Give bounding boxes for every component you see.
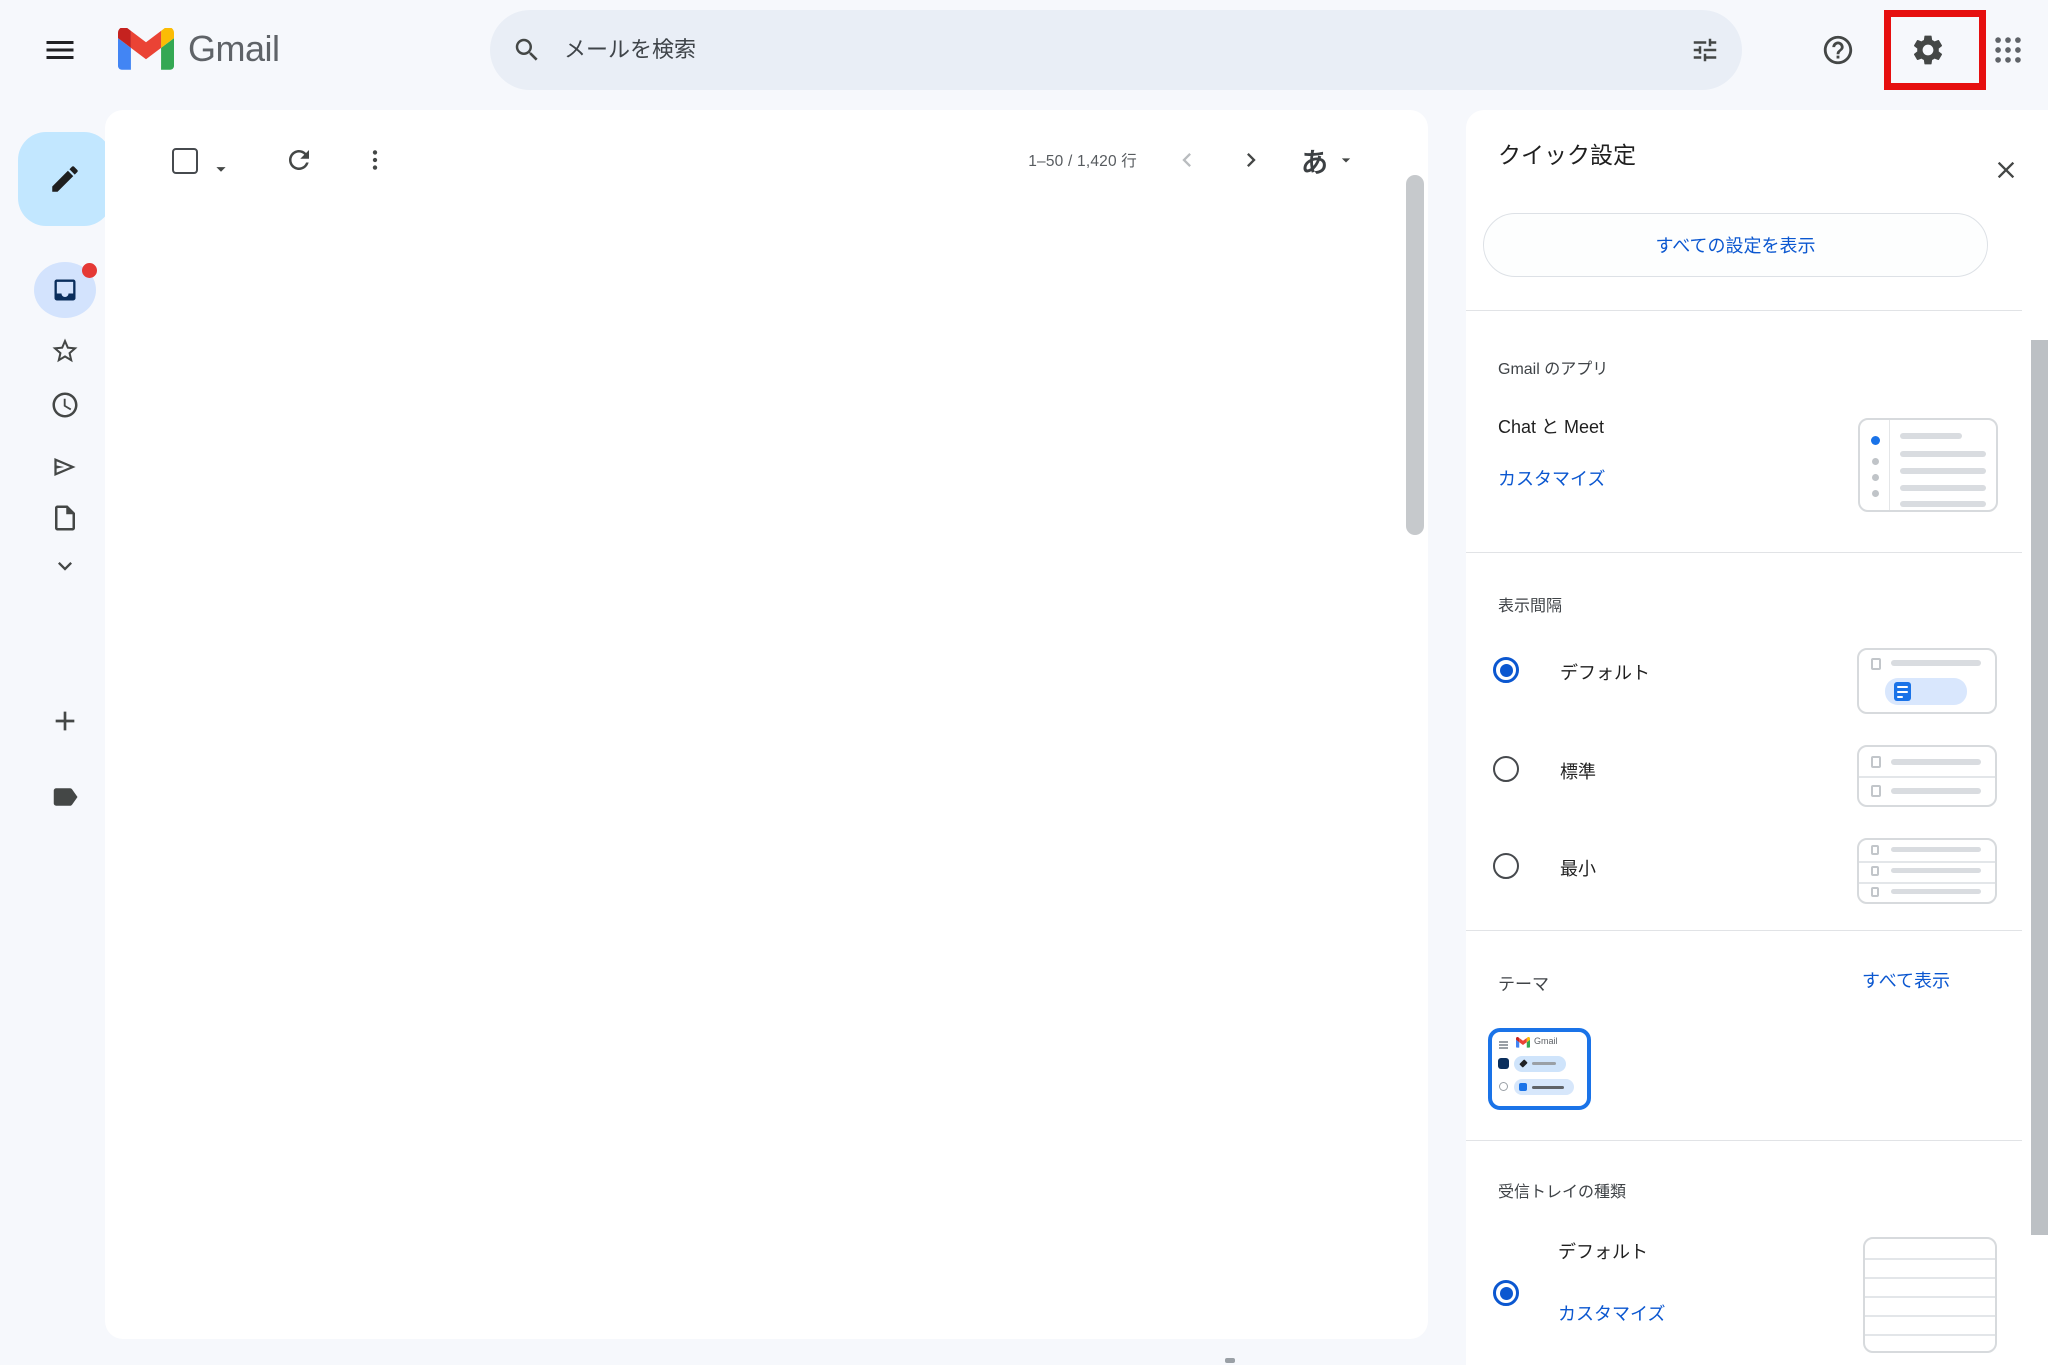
support-button[interactable] bbox=[1810, 22, 1866, 78]
density-section-header: 表示間隔 bbox=[1498, 592, 1562, 616]
loading-indicator bbox=[1225, 1358, 1235, 1363]
customize-apps-link[interactable]: カスタマイズ bbox=[1498, 465, 1605, 491]
chat-meet-label: Chat と Meet bbox=[1498, 413, 1604, 439]
chevron-down-icon bbox=[51, 552, 79, 580]
close-icon bbox=[1992, 156, 2020, 184]
google-apps-button[interactable] bbox=[1980, 22, 2036, 78]
hamburger-icon bbox=[42, 32, 78, 68]
pagination-controls: 1–50 / 1,420 行 あ bbox=[1028, 110, 1356, 210]
refresh-button[interactable] bbox=[277, 138, 321, 182]
density-thumbnail-compact bbox=[1857, 838, 1997, 904]
gmail-app: Gmail bbox=[0, 0, 2048, 1365]
divider bbox=[1466, 310, 2022, 311]
search-bar[interactable] bbox=[490, 10, 1742, 90]
density-thumbnail-comfortable bbox=[1857, 745, 1997, 807]
density-thumbnail-default bbox=[1857, 648, 1997, 714]
search-icon[interactable] bbox=[512, 35, 542, 65]
compose-button[interactable] bbox=[18, 132, 112, 226]
help-icon bbox=[1821, 33, 1855, 67]
chevron-right-icon[interactable] bbox=[1237, 146, 1265, 174]
pagination-count: 1–50 / 1,420 行 bbox=[1028, 149, 1137, 171]
inbox-icon bbox=[51, 276, 79, 304]
inbox-type-option-default: デフォルト bbox=[1558, 1238, 1648, 1264]
density-radio-compact[interactable] bbox=[1493, 853, 1519, 879]
inbox-type-section-header: 受信トレイの種類 bbox=[1498, 1178, 1626, 1202]
theme-section-header: テーマ bbox=[1498, 970, 1549, 995]
plus-icon bbox=[49, 705, 81, 737]
input-tools-button[interactable]: あ bbox=[1301, 141, 1356, 180]
more-actions-button[interactable] bbox=[353, 138, 397, 182]
theme-thumbnail-selected[interactable]: Gmail bbox=[1488, 1028, 1591, 1110]
input-tools-label: あ bbox=[1301, 141, 1328, 180]
apps-grid-icon bbox=[1991, 33, 2025, 67]
label-icon bbox=[50, 782, 80, 812]
density-radio-comfortable[interactable] bbox=[1493, 756, 1519, 782]
customize-inbox-link[interactable]: カスタマイズ bbox=[1558, 1300, 1665, 1326]
search-options-icon[interactable] bbox=[1690, 35, 1720, 65]
density-radio-default[interactable] bbox=[1493, 657, 1519, 683]
draft-icon bbox=[50, 503, 80, 533]
theme-gmail-m-icon bbox=[1516, 1037, 1530, 1048]
density-option-default: デフォルト bbox=[1560, 659, 1650, 685]
density-option-comfortable: 標準 bbox=[1560, 758, 1596, 784]
gmail-wordmark: Gmail bbox=[188, 28, 280, 70]
pencil-icon bbox=[48, 162, 82, 196]
kebab-icon bbox=[362, 147, 388, 173]
gmail-m-icon bbox=[118, 28, 174, 70]
close-panel-button[interactable] bbox=[1986, 150, 2026, 190]
panel-title: クイック設定 bbox=[1498, 136, 1636, 170]
select-dropdown-icon[interactable] bbox=[210, 158, 232, 180]
list-scrollbar[interactable] bbox=[1406, 175, 1424, 535]
inbox-type-thumbnail bbox=[1863, 1237, 1997, 1353]
divider bbox=[1466, 1140, 2022, 1141]
send-icon bbox=[50, 452, 80, 482]
annotation-box-settings bbox=[1884, 10, 1986, 90]
refresh-icon bbox=[284, 145, 314, 175]
density-option-compact: 最小 bbox=[1560, 855, 1596, 881]
gmail-logo[interactable]: Gmail bbox=[118, 28, 280, 70]
email-list-area: 1–50 / 1,420 行 あ bbox=[105, 110, 1428, 1339]
divider bbox=[1466, 552, 2022, 553]
show-all-settings-button[interactable]: すべての設定を表示 bbox=[1483, 213, 1988, 277]
chevron-left-icon[interactable] bbox=[1173, 146, 1201, 174]
caret-down-icon bbox=[1336, 150, 1356, 170]
divider bbox=[1466, 930, 2022, 931]
apps-thumbnail bbox=[1858, 418, 1998, 512]
theme-thumb-logo-text: Gmail bbox=[1534, 1036, 1558, 1046]
main-menu-button[interactable] bbox=[42, 32, 78, 68]
quick-settings-panel: クイック設定 すべての設定を表示 Gmail のアプリ Chat と Meet … bbox=[1466, 110, 2048, 1365]
panel-scrollbar[interactable] bbox=[2031, 340, 2048, 1235]
select-all-checkbox[interactable] bbox=[172, 148, 198, 174]
unread-badge bbox=[82, 263, 97, 278]
search-input[interactable] bbox=[562, 36, 1690, 64]
star-icon bbox=[50, 336, 80, 366]
apps-section-header: Gmail のアプリ bbox=[1498, 355, 1608, 379]
view-all-themes-link[interactable]: すべて表示 bbox=[1862, 967, 1950, 993]
clock-icon bbox=[50, 390, 80, 420]
inbox-type-radio-default[interactable] bbox=[1493, 1280, 1519, 1306]
